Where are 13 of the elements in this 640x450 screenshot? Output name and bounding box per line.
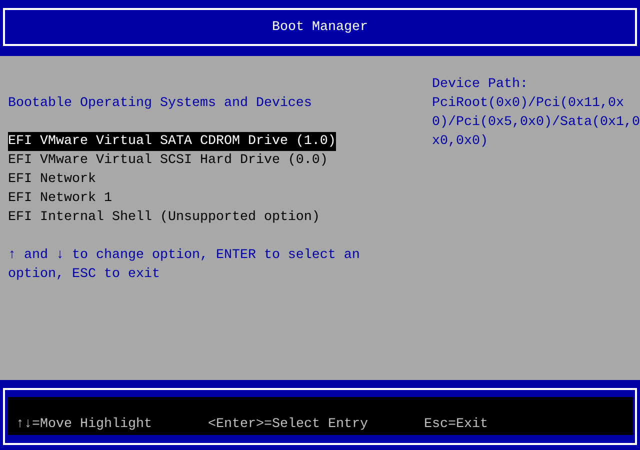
key-hint: ↑↓=Move Highlight [16, 416, 153, 434]
boot-option[interactable]: EFI VMware Virtual SATA CDROM Drive (1.0) [8, 132, 336, 151]
boot-option[interactable]: EFI Network 1 [8, 189, 112, 208]
section-heading: Bootable Operating Systems and Devices [8, 95, 313, 113]
key-hint: <Enter>=Select Entry [208, 416, 369, 434]
boot-option[interactable]: EFI Network [8, 170, 96, 189]
boot-option[interactable]: EFI Internal Shell (Unsupported option) [8, 208, 320, 227]
device-path-label: Device Path: [432, 76, 529, 94]
help-text: ↑ and ↓ to change option, ENTER to select an option, ESC to exit [8, 247, 361, 284]
device-path: PciRoot(0x0)/Pci(0x11,0x0)/Pci(0x5,0x0)/Sata(0x1,0x0,0x0) [432, 95, 640, 151]
window-title: Boot Manager [272, 18, 368, 36]
boot-option[interactable]: EFI VMware Virtual SCSI Hard Drive (0.0) [8, 151, 328, 170]
key-hint: Esc=Exit [424, 416, 488, 434]
